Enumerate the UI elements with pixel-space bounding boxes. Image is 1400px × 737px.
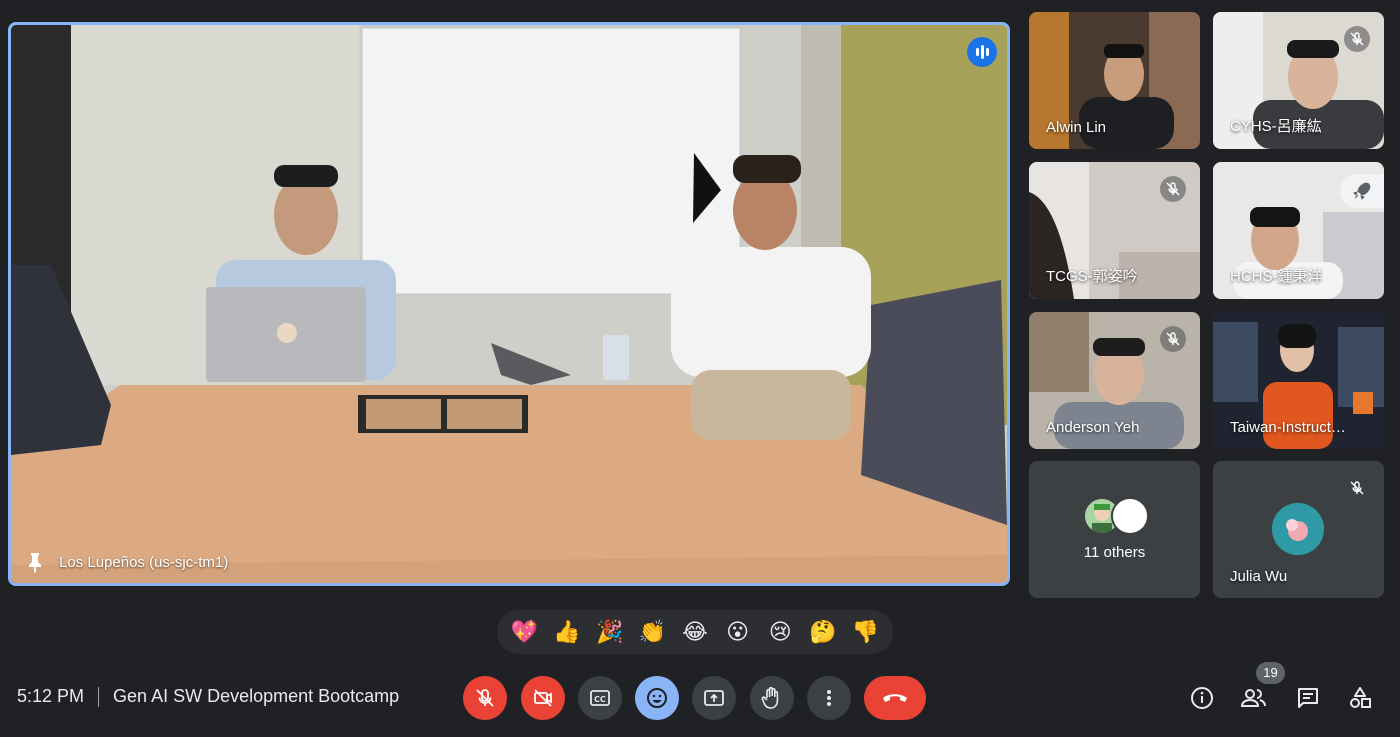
people-button[interactable] (1240, 684, 1268, 712)
people-icon (1240, 689, 1266, 707)
people-count-badge: 19 (1256, 662, 1285, 684)
speaking-indicator-icon (967, 37, 997, 67)
reaction-thinking[interactable]: 🤔 (803, 620, 843, 645)
participant-tile[interactable]: Julia Wu (1213, 461, 1384, 598)
mic-off-icon (1160, 326, 1186, 352)
emoji-icon (647, 688, 667, 708)
participant-name: Alwin Lin (1046, 119, 1107, 136)
mic-toggle-button[interactable] (463, 676, 507, 720)
others-avatars (1083, 495, 1163, 535)
mic-off-icon (1160, 176, 1186, 202)
hang-up-icon (883, 694, 907, 702)
info-icon (1191, 687, 1213, 709)
avatar (1111, 497, 1149, 535)
raise-hand-button[interactable] (750, 676, 794, 720)
emoji-reactions-button[interactable] (635, 676, 679, 720)
mic-off-icon (476, 689, 494, 707)
camera-off-icon (534, 689, 552, 707)
avatar (1272, 503, 1324, 555)
participant-tile[interactable]: HCHS-鍾秉洋 (1213, 162, 1384, 299)
participant-tile[interactable]: Taiwan-Instruct… (1213, 312, 1384, 449)
participant-name: Julia Wu (1230, 568, 1288, 585)
reaction-bar: 💖 👍 🎉 👏 😂 😮 😢 🤔 👎 (497, 610, 893, 654)
participant-tile[interactable]: TCGS-郭姿吟 (1029, 162, 1200, 299)
more-options-button[interactable] (807, 676, 851, 720)
mic-off-icon (1344, 475, 1370, 501)
present-screen-icon (704, 690, 724, 706)
chat-button[interactable] (1294, 684, 1322, 712)
chat-icon (1298, 688, 1318, 708)
pinned-participant-name: Los Lupeños (us-sjc-tm1) (59, 553, 229, 571)
participant-tile[interactable]: CYHS-呂廉紘 (1213, 12, 1384, 149)
participant-name: TCGS-郭姿吟 (1046, 268, 1138, 285)
others-tile[interactable]: 11 others (1029, 461, 1200, 598)
meeting-details-button[interactable] (1188, 684, 1216, 712)
rocket-icon (1340, 174, 1384, 208)
hand-icon (761, 686, 779, 709)
room-video-scene (11, 25, 1007, 583)
mic-off-icon (1344, 26, 1370, 52)
leave-call-button[interactable] (864, 676, 926, 720)
meeting-title: Gen AI SW Development Bootcamp (113, 686, 400, 706)
pinned-participant-label: Los Lupeños (us-sjc-tm1) (25, 551, 228, 573)
reaction-sparkling-heart[interactable]: 💖 (504, 620, 544, 645)
more-vert-icon (827, 690, 831, 706)
reaction-clapping[interactable]: 👏 (632, 620, 672, 645)
pinned-video-tile[interactable]: Los Lupeños (us-sjc-tm1) (8, 22, 1010, 586)
pin-icon[interactable] (25, 551, 45, 573)
activities-shapes-icon (1350, 687, 1371, 708)
participant-tile[interactable]: Anderson Yeh (1029, 312, 1200, 449)
reaction-thumbs-up[interactable]: 👍 (547, 620, 587, 645)
participant-name: Taiwan-Instruct… (1230, 419, 1346, 436)
divider (98, 686, 100, 707)
camera-toggle-button[interactable] (521, 676, 565, 720)
activities-button[interactable] (1346, 684, 1374, 712)
participant-name: CYHS-呂廉紘 (1230, 118, 1322, 135)
meeting-info: 5:12 PM Gen AI SW Development Bootcamp (17, 686, 399, 707)
reaction-crying[interactable]: 😢 (760, 620, 800, 645)
reaction-surprised[interactable]: 😮 (718, 620, 758, 645)
reaction-party-popper[interactable]: 🎉 (590, 620, 630, 645)
svg-text:CC: CC (594, 695, 606, 704)
participant-name: Anderson Yeh (1046, 419, 1140, 436)
participant-name: HCHS-鍾秉洋 (1230, 268, 1323, 285)
reaction-thumbs-down[interactable]: 👎 (846, 620, 886, 645)
present-screen-button[interactable] (692, 676, 736, 720)
others-count: 11 others (1083, 544, 1146, 561)
participant-tile[interactable]: Alwin Lin (1029, 12, 1200, 149)
closed-captions-icon: CC (590, 690, 610, 706)
captions-button[interactable]: CC (578, 676, 622, 720)
reaction-laughing[interactable]: 😂 (675, 620, 715, 645)
meeting-time: 5:12 PM (17, 686, 85, 706)
